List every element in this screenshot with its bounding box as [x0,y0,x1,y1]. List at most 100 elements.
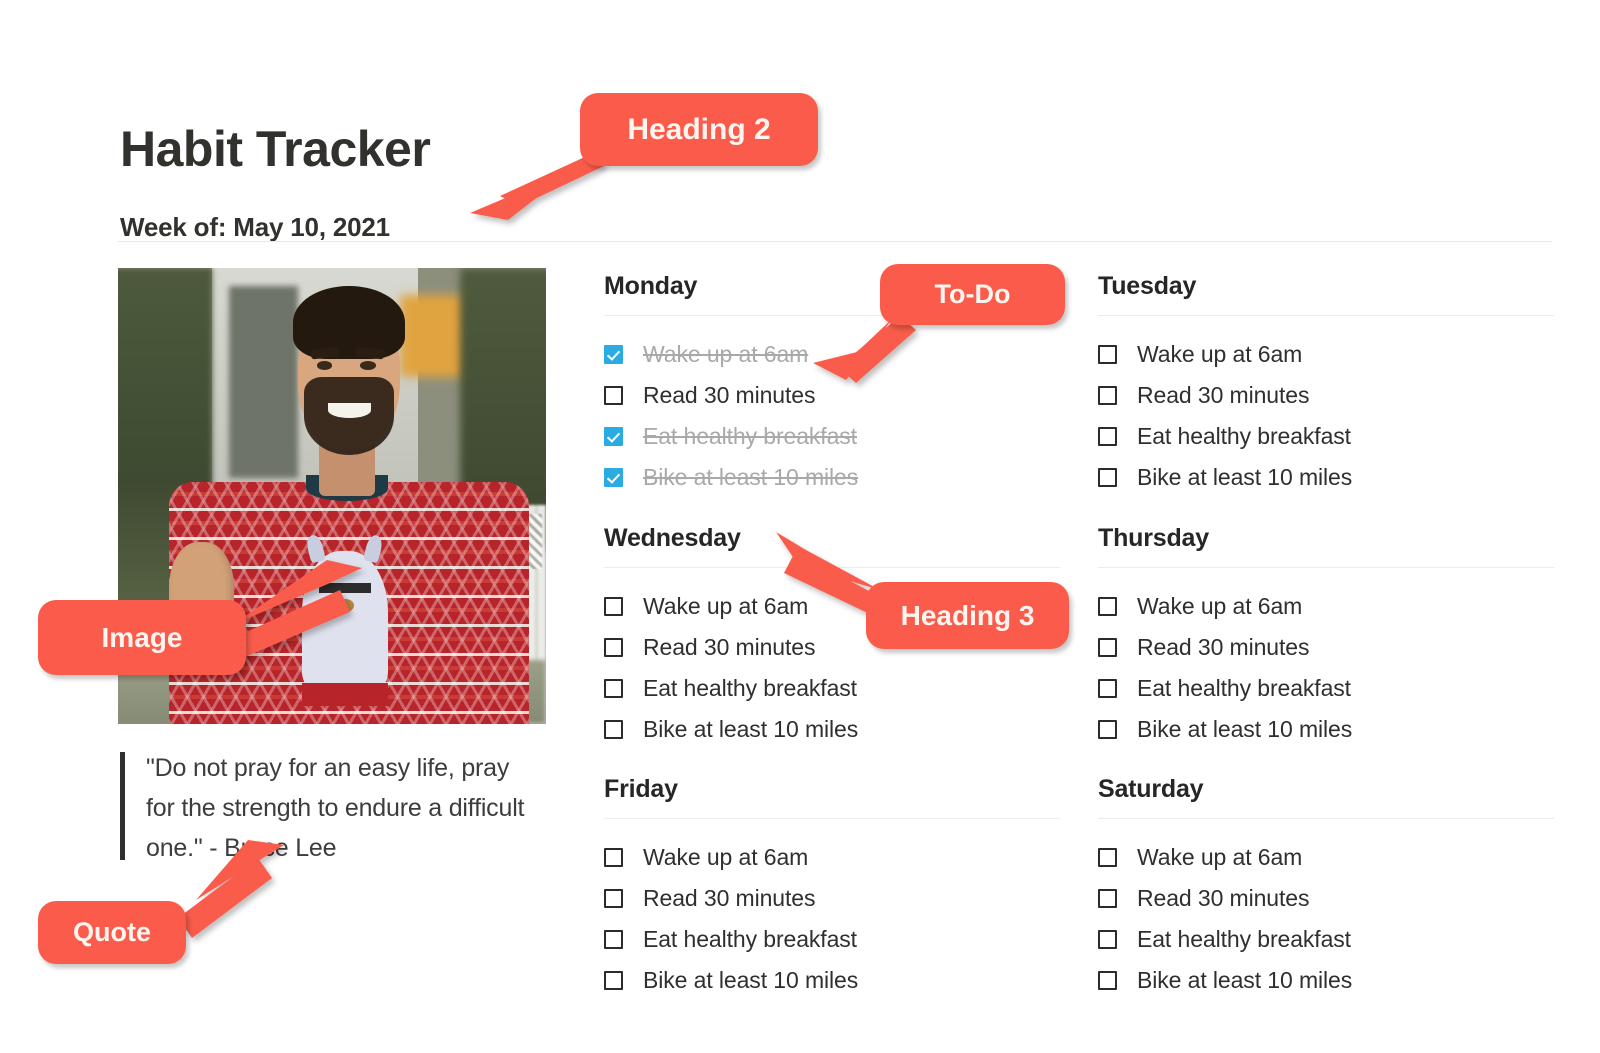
day-column-thursday: Thursday Wake up at 6am Read 30 minutes Eat… [1098,524,1554,750]
todo-item[interactable]: Wake up at 6am [604,334,1060,375]
day-heading-saturday: Saturday [1098,775,1204,803]
todo-item[interactable]: Read 30 minutes [604,375,1060,416]
checkbox-icon[interactable] [1098,679,1117,698]
checkbox-icon[interactable] [604,971,623,990]
day-column-friday: Friday Wake up at 6am Read 30 minutes Eat h… [604,775,1060,1001]
day-divider [604,567,1060,568]
photo-llama-belt [302,682,388,706]
todo-item[interactable]: Bike at least 10 miles [1098,709,1554,750]
checkbox-icon[interactable] [604,679,623,698]
todo-item[interactable]: Eat healthy breakfast [1098,668,1554,709]
todo-item[interactable]: Eat healthy breakfast [1098,416,1554,457]
todo-item[interactable]: Read 30 minutes [1098,878,1554,919]
todo-item[interactable]: Wake up at 6am [1098,334,1554,375]
checkbox-icon[interactable] [604,930,623,949]
day-heading-friday: Friday [604,775,678,803]
day-heading-tuesday: Tuesday [1098,272,1197,300]
day-column-tuesday: Tuesday Wake up at 6am Read 30 minutes Eat … [1098,272,1554,498]
checkbox-icon[interactable] [1098,720,1117,739]
photo-hair [293,286,405,360]
checkbox-icon[interactable] [1098,597,1117,616]
photo-llama-eyes [319,582,371,593]
checkbox-checked-icon[interactable] [604,468,623,487]
photo-eye-right [360,361,376,371]
quote-block: "Do not pray for an easy life, pray for … [120,748,540,868]
checkbox-icon[interactable] [604,889,623,908]
todo-label: Read 30 minutes [643,382,816,408]
checkbox-icon[interactable] [604,720,623,739]
todo-item[interactable]: Eat healthy breakfast [604,919,1060,960]
checkbox-icon[interactable] [1098,848,1117,867]
todo-label: Eat healthy breakfast [643,675,857,701]
day-divider [604,818,1060,819]
annotation-quote-callout: Quote [38,901,186,964]
annotation-heading2-callout: Heading 2 [580,93,818,166]
page-title: Habit Tracker [120,120,431,177]
quote-text: "Do not pray for an easy life, pray for … [146,754,525,862]
photo-eye-left [316,361,332,371]
day-divider [1098,818,1554,819]
todo-item[interactable]: Eat healthy breakfast [604,416,1060,457]
todo-label: Eat healthy breakfast [643,423,857,449]
todo-item[interactable]: Bike at least 10 miles [1098,960,1554,1001]
todo-label: Eat healthy breakfast [643,926,857,952]
checkbox-icon[interactable] [604,386,623,405]
todo-item[interactable]: Wake up at 6am [1098,837,1554,878]
day-heading-wednesday: Wednesday [604,524,741,552]
todo-item[interactable]: Eat healthy breakfast [604,668,1060,709]
photo-llama-graphic [302,550,388,688]
todo-label: Wake up at 6am [1137,844,1303,870]
todo-item[interactable]: Bike at least 10 miles [604,457,1060,498]
checkbox-icon[interactable] [1098,345,1117,364]
todo-item[interactable]: Wake up at 6am [1098,586,1554,627]
header-divider [118,241,1552,242]
todo-label: Read 30 minutes [643,885,816,911]
todo-label: Bike at least 10 miles [643,967,859,993]
todo-item[interactable]: Eat healthy breakfast [1098,919,1554,960]
todo-label: Eat healthy breakfast [1137,926,1351,952]
todo-label: Wake up at 6am [643,341,809,367]
todo-item[interactable]: Bike at least 10 miles [1098,457,1554,498]
day-divider [1098,567,1554,568]
todo-item[interactable]: Read 30 minutes [604,878,1060,919]
annotation-todo-callout: To-Do [880,264,1065,325]
checkbox-icon[interactable] [604,638,623,657]
todo-label: Read 30 minutes [1137,885,1310,911]
todo-item[interactable]: Bike at least 10 miles [604,960,1060,1001]
arrow-heading2 [470,150,604,220]
day-heading-thursday: Thursday [1098,524,1209,552]
checkbox-icon[interactable] [1098,427,1117,446]
week-subtitle: Week of: May 10, 2021 [120,211,390,242]
annotation-heading3-callout: Heading 3 [866,582,1069,649]
todo-item[interactable]: Bike at least 10 miles [604,709,1060,750]
photo-smile [327,402,371,419]
checkbox-icon[interactable] [604,848,623,867]
checkbox-icon[interactable] [604,597,623,616]
todo-label: Wake up at 6am [643,844,809,870]
todo-label: Eat healthy breakfast [1137,675,1351,701]
todo-item[interactable]: Read 30 minutes [1098,375,1554,416]
todo-label: Read 30 minutes [1137,634,1310,660]
checkbox-icon[interactable] [1098,930,1117,949]
quote-accent-bar [120,752,125,860]
checkbox-icon[interactable] [1098,638,1117,657]
todo-label: Read 30 minutes [643,634,816,660]
checkbox-icon[interactable] [1098,468,1117,487]
todo-item[interactable]: Wake up at 6am [604,837,1060,878]
photo-door [229,286,298,478]
todo-label: Eat healthy breakfast [1137,423,1351,449]
checkbox-checked-icon[interactable] [604,345,623,364]
checkbox-icon[interactable] [1098,971,1117,990]
habit-tracker-page: Habit Tracker Week of: May 10, 2021 "Do … [0,0,1600,1053]
todo-item[interactable]: Read 30 minutes [1098,627,1554,668]
checkbox-icon[interactable] [1098,386,1117,405]
checkbox-icon[interactable] [1098,889,1117,908]
todo-label: Wake up at 6am [643,593,809,619]
todo-label: Bike at least 10 miles [643,716,859,742]
todo-label: Wake up at 6am [1137,341,1303,367]
checkbox-checked-icon[interactable] [604,427,623,446]
todo-label: Wake up at 6am [1137,593,1303,619]
todo-label: Bike at least 10 miles [1137,464,1353,490]
annotation-image-callout: Image [38,600,246,675]
todo-label: Bike at least 10 miles [1137,716,1353,742]
